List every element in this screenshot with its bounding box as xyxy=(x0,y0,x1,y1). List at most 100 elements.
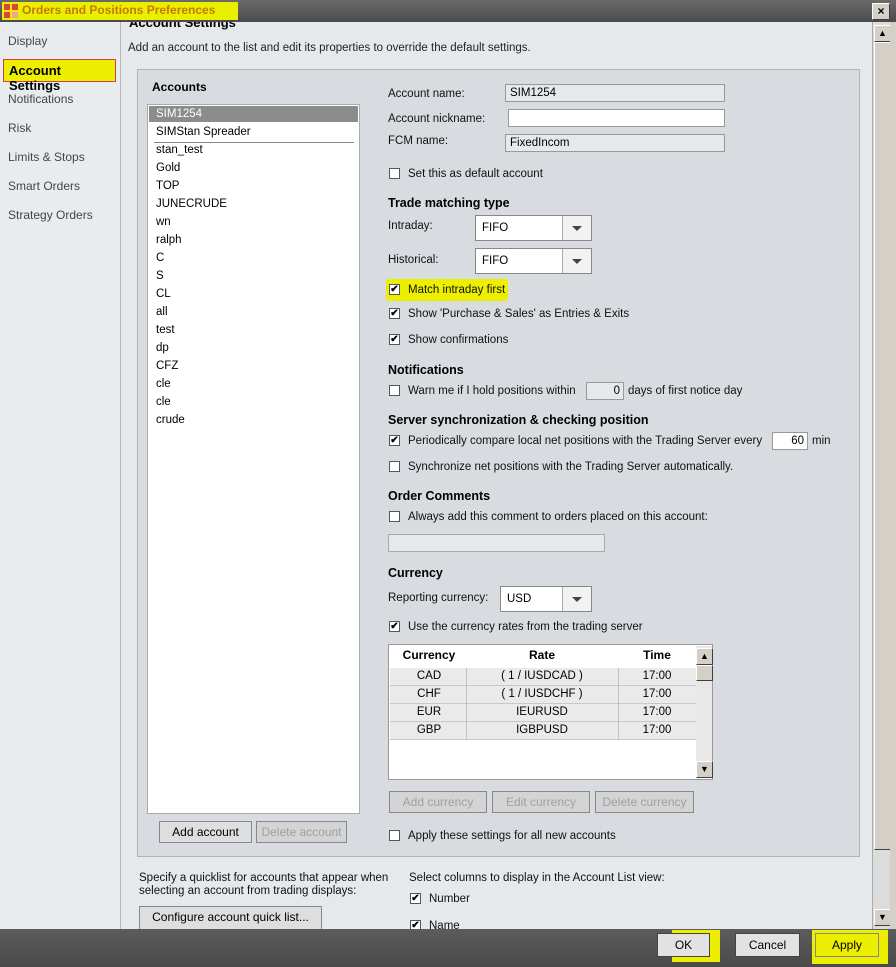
main-scrollbar[interactable]: ▲ ▼ xyxy=(872,22,891,929)
list-item[interactable]: CFZ xyxy=(156,360,178,372)
reporting-currency-select[interactable]: USD xyxy=(500,586,592,612)
edit-currency-button[interactable]: Edit currency xyxy=(492,791,590,813)
scroll-thumb[interactable] xyxy=(696,665,713,681)
list-item[interactable]: dp xyxy=(156,342,169,354)
delete-currency-button[interactable]: Delete currency xyxy=(595,791,694,813)
use-rates-checkbox[interactable]: ✔ xyxy=(389,621,400,632)
column-header-time[interactable]: Time xyxy=(619,648,695,662)
nickname-input[interactable] xyxy=(508,109,725,127)
account-name-label: Account name: xyxy=(388,88,465,100)
periodic-compare-checkbox[interactable]: ✔ xyxy=(389,435,400,446)
table-scrollbar[interactable]: ▲ ▼ xyxy=(696,646,713,778)
list-item[interactable]: CL xyxy=(156,288,171,300)
chevron-down-icon xyxy=(562,216,591,240)
warn-checkbox[interactable] xyxy=(389,385,400,396)
intraday-select[interactable]: FIFO xyxy=(475,215,592,241)
section-title: Account Settings xyxy=(129,22,236,30)
list-item[interactable]: ralph xyxy=(156,234,182,246)
list-item[interactable]: SIM1254 xyxy=(156,108,202,120)
window-edge xyxy=(890,22,896,929)
list-divider xyxy=(154,142,354,143)
warn-days-input[interactable]: 0 xyxy=(586,382,624,400)
table-cell: 17:00 xyxy=(642,670,672,682)
columns-text: Select columns to display in the Account… xyxy=(409,872,665,884)
intraday-label: Intraday: xyxy=(388,220,433,232)
show-purchase-label: Show 'Purchase & Sales' as Entries & Exi… xyxy=(408,308,630,320)
server-sync-heading: Server synchronization & checking positi… xyxy=(388,413,649,427)
sync-positions-label: Synchronize net positions with the Tradi… xyxy=(408,461,734,473)
always-comment-label: Always add this comment to orders placed… xyxy=(408,511,708,523)
apply-button[interactable]: Apply xyxy=(815,933,879,957)
order-comments-heading: Order Comments xyxy=(388,489,491,503)
ok-button[interactable]: OK xyxy=(657,933,710,957)
sidebar-nav: Display Account Settings Notifications R… xyxy=(0,22,121,929)
match-intraday-label: Match intraday first xyxy=(408,284,506,296)
scroll-down-icon[interactable]: ▼ xyxy=(696,761,713,778)
match-intraday-checkbox[interactable]: ✔ xyxy=(389,284,400,295)
nav-item-notifications[interactable]: Notifications xyxy=(8,92,73,106)
list-item[interactable]: wn xyxy=(156,216,171,228)
currency-heading: Currency xyxy=(388,566,443,580)
historical-select[interactable]: FIFO xyxy=(475,248,592,274)
delete-account-button[interactable]: Delete account xyxy=(256,821,347,843)
cancel-button[interactable]: Cancel xyxy=(735,933,800,957)
apply-new-accounts-checkbox[interactable] xyxy=(389,830,400,841)
list-item[interactable]: cle xyxy=(156,378,171,390)
periodic-minutes-input[interactable]: 60 xyxy=(772,432,808,450)
list-item[interactable]: test xyxy=(156,324,175,336)
default-account-checkbox[interactable] xyxy=(389,168,400,179)
table-cell: ( 1 / IUSDCAD ) xyxy=(501,670,583,682)
table-cell: ( 1 / IUSDCHF ) xyxy=(501,688,583,700)
column-header-currency[interactable]: Currency xyxy=(393,648,465,662)
list-item[interactable]: cle xyxy=(156,396,171,408)
scroll-up-icon[interactable]: ▲ xyxy=(696,648,713,665)
warn-days-suffix: days of first notice day xyxy=(628,385,743,397)
show-purchase-checkbox[interactable]: ✔ xyxy=(389,308,400,319)
intro-text: Add an account to the list and edit its … xyxy=(128,42,531,54)
add-currency-button[interactable]: Add currency xyxy=(389,791,487,813)
list-item[interactable]: JUNECRUDE xyxy=(156,198,227,210)
list-item[interactable]: Gold xyxy=(156,162,180,174)
scroll-thumb[interactable] xyxy=(874,42,891,850)
reporting-currency-value: USD xyxy=(507,593,532,605)
chevron-down-icon xyxy=(562,587,591,611)
list-item[interactable]: crude xyxy=(156,414,185,426)
notifications-heading: Notifications xyxy=(388,363,464,377)
use-rates-label: Use the currency rates from the trading … xyxy=(408,621,643,633)
currency-table[interactable]: Currency Rate Time CAD ( 1 / IUSDCAD ) 1… xyxy=(388,644,713,780)
nav-item-strategy-orders[interactable]: Strategy Orders xyxy=(8,208,93,222)
list-item[interactable]: all xyxy=(156,306,168,318)
table-cell: 17:00 xyxy=(642,688,672,700)
nav-item-label: Account Settings xyxy=(9,63,61,93)
column-header-rate[interactable]: Rate xyxy=(467,648,617,662)
nav-item-limits-stops[interactable]: Limits & Stops xyxy=(8,150,85,164)
table-cell: 17:00 xyxy=(642,706,672,718)
nav-item-display[interactable]: Display xyxy=(8,34,47,48)
configure-quicklist-button[interactable]: Configure account quick list... xyxy=(139,906,322,929)
accounts-list[interactable]: SIM1254 SIMStan Spreader stan_test Gold … xyxy=(147,104,360,814)
historical-value: FIFO xyxy=(482,255,509,267)
add-account-button[interactable]: Add account xyxy=(159,821,252,843)
warn-label: Warn me if I hold positions within xyxy=(408,385,576,397)
column-number-checkbox[interactable]: ✔ xyxy=(410,893,421,904)
list-item[interactable]: TOP xyxy=(156,180,179,192)
table-cell: CAD xyxy=(416,670,442,682)
nav-item-account-settings[interactable]: Account Settings xyxy=(3,59,116,93)
sync-positions-checkbox[interactable] xyxy=(389,461,400,472)
always-comment-checkbox[interactable] xyxy=(389,511,400,522)
close-button[interactable]: × xyxy=(872,3,890,20)
comment-input[interactable] xyxy=(388,534,605,552)
list-item[interactable]: stan_test xyxy=(156,144,203,156)
column-name-checkbox[interactable]: ✔ xyxy=(410,920,421,929)
nav-item-risk[interactable]: Risk xyxy=(8,121,31,135)
list-item[interactable]: SIMStan Spreader xyxy=(156,126,251,138)
list-item[interactable]: C xyxy=(156,252,164,264)
scroll-up-icon[interactable]: ▲ xyxy=(874,25,891,42)
show-confirmations-checkbox[interactable]: ✔ xyxy=(389,334,400,345)
section-title-clip: Account Settings xyxy=(121,22,872,34)
list-item[interactable]: S xyxy=(156,270,164,282)
nav-item-smart-orders[interactable]: Smart Orders xyxy=(8,179,80,193)
quicklist-text: Specify a quicklist for accounts that ap… xyxy=(139,872,389,884)
show-confirmations-label: Show confirmations xyxy=(408,334,509,346)
scroll-down-icon[interactable]: ▼ xyxy=(874,909,891,926)
